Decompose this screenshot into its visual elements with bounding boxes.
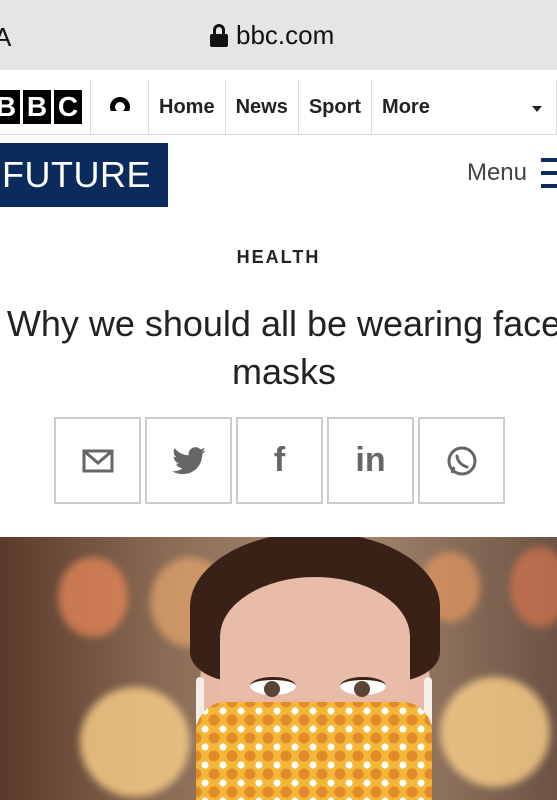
nav-item-news[interactable]: News [224, 80, 298, 134]
text-size-button[interactable]: A [0, 22, 11, 53]
account-icon [106, 93, 134, 121]
share-facebook-button[interactable]: f [236, 417, 323, 504]
url-text: bbc.com [236, 20, 335, 50]
twitter-icon [171, 446, 206, 474]
share-buttons: f in [54, 417, 505, 504]
future-section-logo[interactable]: FUTURE [0, 143, 168, 207]
nav-item-more[interactable]: More [371, 80, 557, 134]
nav-item-sport[interactable]: Sport [297, 80, 371, 134]
share-email-button[interactable] [54, 417, 141, 504]
share-linkedin-button[interactable]: in [327, 417, 414, 504]
bbc-logo[interactable]: B B C [0, 80, 82, 134]
nav-item-home[interactable]: Home [148, 80, 225, 134]
nav-more-label: More [382, 95, 430, 118]
article-headline: Why we should all be wearing face masks [6, 303, 557, 392]
chevron-down-icon [532, 106, 542, 112]
address-field[interactable]: bbc.com [210, 20, 334, 51]
share-twitter-button[interactable] [145, 417, 232, 504]
article-hero-image [0, 537, 557, 800]
whatsapp-icon [447, 446, 476, 475]
browser-url-bar[interactable]: A bbc.com [0, 0, 557, 70]
facebook-icon: f [273, 441, 286, 479]
lock-icon [210, 23, 228, 48]
hamburger-icon [541, 158, 557, 188]
menu-button[interactable]: Menu [467, 158, 557, 188]
share-whatsapp-button[interactable] [418, 417, 505, 504]
account-button[interactable] [90, 80, 148, 134]
menu-label: Menu [466, 159, 527, 186]
email-icon [82, 449, 113, 472]
article-section-label[interactable]: HEALTH [0, 247, 557, 268]
bbc-nav-bar: B B C Home News Sport More [0, 80, 557, 135]
linkedin-icon: in [355, 441, 386, 479]
